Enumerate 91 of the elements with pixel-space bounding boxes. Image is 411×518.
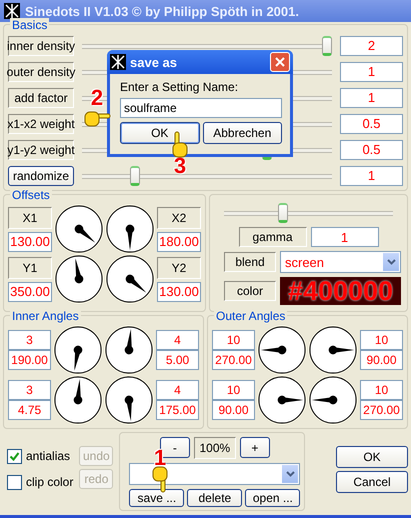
count-field[interactable]: 4 xyxy=(156,330,199,350)
group-title: Outer Angles xyxy=(214,309,288,323)
prompt-text: Enter a Setting Name: xyxy=(120,80,240,94)
count-field[interactable]: 10 xyxy=(212,380,255,400)
offset-label: Y2 xyxy=(157,256,201,278)
slider-thumb[interactable] xyxy=(322,36,332,56)
angle-dial[interactable] xyxy=(55,205,103,253)
count-field[interactable]: 10 xyxy=(360,330,403,350)
step-number: 3 xyxy=(174,156,186,176)
angle-field[interactable]: 190.00 xyxy=(8,350,51,370)
zoom-value: 100% xyxy=(194,437,236,459)
angle-dial[interactable] xyxy=(106,255,154,303)
randomize-button[interactable]: randomize xyxy=(8,166,74,186)
angle-dial[interactable] xyxy=(309,376,357,424)
value-field[interactable]: 2 xyxy=(340,36,403,56)
blend-value: screen xyxy=(285,254,324,270)
value-field[interactable]: 0.5 xyxy=(340,114,403,134)
step-number: 2 xyxy=(90,88,104,108)
cancel-button[interactable]: Abbrechen xyxy=(202,122,282,144)
blend-label: blend xyxy=(224,252,276,272)
angle-field[interactable]: 4.75 xyxy=(8,400,51,420)
dialog-title: save as xyxy=(130,54,177,70)
app-icon xyxy=(110,54,126,70)
slider-thumb[interactable] xyxy=(278,203,288,223)
offset-field[interactable]: 180.00 xyxy=(157,232,201,252)
count-field[interactable]: 4 xyxy=(156,380,199,400)
preset-dropdown[interactable] xyxy=(129,463,300,485)
count-field[interactable]: 3 xyxy=(8,330,51,350)
checkbox-label: clip color xyxy=(26,475,74,489)
setting-label: y1-y2 weight xyxy=(8,140,74,160)
offset-field[interactable]: 130.00 xyxy=(157,282,201,302)
angle-dial[interactable] xyxy=(105,326,153,374)
angle-field[interactable]: 175.00 xyxy=(156,400,199,420)
value-field[interactable]: 1 xyxy=(340,88,403,108)
checkmark-icon xyxy=(9,450,20,462)
checkbox[interactable] xyxy=(7,474,22,490)
value-field[interactable]: 1 xyxy=(340,62,403,82)
angle-field[interactable]: 270.00 xyxy=(212,350,255,370)
preset-button[interactable]: open ... xyxy=(245,489,300,507)
angle-field[interactable]: 270.00 xyxy=(360,400,403,420)
angle-dial[interactable] xyxy=(54,326,102,374)
setting-label: add factor xyxy=(8,88,74,108)
angle-field[interactable]: 90.00 xyxy=(212,400,255,420)
offset-field[interactable]: 130.00 xyxy=(8,232,52,252)
angle-field[interactable]: 90.00 xyxy=(360,350,403,370)
angle-dial[interactable] xyxy=(106,205,154,253)
angle-dial[interactable] xyxy=(258,376,306,424)
value-field[interactable]: 0.5 xyxy=(340,140,403,160)
count-field[interactable]: 3 xyxy=(8,380,51,400)
count-field[interactable]: 10 xyxy=(360,380,403,400)
color-swatch[interactable]: #400000 xyxy=(280,277,401,305)
chevron-down-icon xyxy=(286,471,295,477)
name-input-field[interactable]: soulframe xyxy=(120,98,282,118)
count-field[interactable]: 10 xyxy=(212,330,255,350)
checkbox-label: antialias xyxy=(26,449,70,463)
offset-label: X2 xyxy=(157,206,201,228)
angle-dial[interactable] xyxy=(55,255,103,303)
angle-dial[interactable] xyxy=(309,326,357,374)
ok-button[interactable]: OK xyxy=(120,122,200,144)
angle-dial[interactable] xyxy=(105,376,153,424)
ok-button[interactable]: OK xyxy=(336,446,408,468)
cancel-button[interactable]: Cancel xyxy=(336,471,408,493)
gamma-field[interactable]: 1 xyxy=(310,227,378,247)
dropdown-button[interactable] xyxy=(383,253,399,271)
close-button[interactable] xyxy=(270,52,290,72)
preset-button[interactable]: save ... xyxy=(129,489,184,507)
angle-field[interactable]: 5.00 xyxy=(156,350,199,370)
value-field[interactable]: 1 xyxy=(340,166,403,186)
group-title: Basics xyxy=(10,18,50,32)
gamma-label: gamma xyxy=(238,227,306,247)
slider-thumb[interactable] xyxy=(130,166,140,186)
chevron-down-icon xyxy=(386,259,396,265)
offset-field[interactable]: 350.00 xyxy=(8,282,52,302)
angle-dial[interactable] xyxy=(258,326,306,374)
group-title: Offsets xyxy=(10,188,52,202)
color-label: color xyxy=(224,281,276,301)
angle-dial[interactable] xyxy=(54,376,102,424)
setting-label: x1-x2 weight xyxy=(8,114,74,134)
close-icon xyxy=(275,57,285,67)
setting-label: outer density xyxy=(8,62,74,82)
zoom-in-button[interactable]: + xyxy=(240,437,270,458)
window-title: Sinedots II V1.03 © by Philipp Spöth in 2001. xyxy=(25,4,299,18)
app-icon xyxy=(4,3,20,19)
preset-button[interactable]: delete xyxy=(187,489,242,507)
offset-label: X1 xyxy=(8,206,52,228)
blend-dropdown[interactable]: screen xyxy=(280,251,401,273)
group-title: Inner Angles xyxy=(10,309,81,323)
offset-label: Y1 xyxy=(8,256,52,278)
dropdown-button[interactable] xyxy=(282,465,298,483)
checkbox[interactable] xyxy=(7,448,22,464)
setting-label: inner density xyxy=(8,36,74,56)
